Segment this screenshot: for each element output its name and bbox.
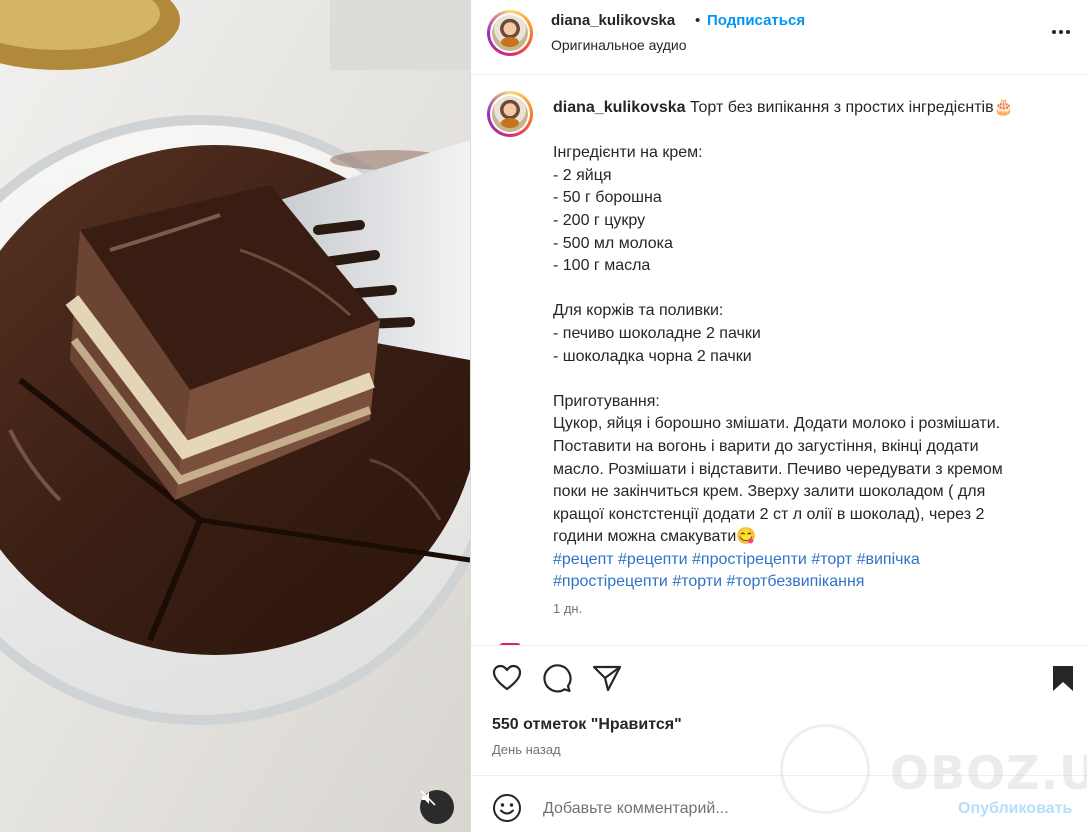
separator-dot: • <box>695 12 701 29</box>
caption-avatar[interactable] <box>487 91 533 137</box>
caption-time[interactable]: 1 дн. <box>553 601 582 616</box>
mute-button[interactable] <box>420 790 454 824</box>
post-panel: diana_kulikovska • Подписаться Оригиналь… <box>470 0 1087 832</box>
cream-item: - 500 мл молока <box>553 234 673 252</box>
hashtag-link[interactable]: #торт <box>811 551 852 568</box>
base-heading: Для коржів та поливки: <box>553 302 724 320</box>
cream-item: - 200 г цукру <box>553 211 646 229</box>
cake-photo <box>0 0 470 832</box>
comment-bar: Опубликовать <box>471 775 1087 832</box>
paper-plane-icon <box>592 665 622 692</box>
caption-title: Торт без випікання з простих інгредієнті… <box>689 99 1014 116</box>
share-button[interactable] <box>591 662 623 694</box>
method-heading: Приготування: <box>553 392 660 410</box>
emoji-button[interactable] <box>492 793 522 823</box>
hashtag-link[interactable]: #простірецепти <box>553 573 668 590</box>
author-avatar[interactable] <box>487 10 533 56</box>
hashtags-row: #простірецепти #торти #тортбезвипікання <box>553 571 1063 594</box>
likes-count[interactable]: 550 отметок "Нравится" <box>492 716 682 734</box>
comment-icon <box>543 664 572 693</box>
method-line: масло. Розмішати і відставити. Печиво че… <box>553 460 1003 478</box>
author-username[interactable]: diana_kulikovska <box>551 12 675 29</box>
hashtag-link[interactable]: #тортбезвипікання <box>727 573 865 590</box>
caption-username[interactable]: diana_kulikovska <box>553 99 686 116</box>
bookmark-icon <box>1053 666 1073 691</box>
caption-area: diana_kulikovska Торт без випікання з пр… <box>471 75 1087 645</box>
method-line: поки не закінчиться крем. Зверху залити … <box>553 483 986 501</box>
post-media[interactable] <box>0 0 470 832</box>
cream-item: - 50 г борошна <box>553 189 662 207</box>
method-line: Поставити на вогонь і варити до загустін… <box>553 437 979 455</box>
muted-speaker-icon <box>420 790 436 806</box>
cream-item: - 2 яйця <box>553 166 612 184</box>
like-button[interactable] <box>491 662 523 694</box>
save-button[interactable] <box>1047 662 1079 694</box>
more-dots-icon <box>1052 30 1070 34</box>
cream-item: - 100 г масла <box>553 257 651 275</box>
method-line: години можна смакувати😋 <box>553 528 757 546</box>
hashtags-row: #рецепт #рецепти #простірецепти #торт #в… <box>553 549 1063 572</box>
audio-label[interactable]: Оригинальное аудио <box>551 37 687 53</box>
hashtag-link[interactable]: #торти <box>672 573 722 590</box>
hashtag-link[interactable]: #рецепт <box>553 551 614 568</box>
method-line: Цукор, яйця і борошно змішати. Додати мо… <box>553 415 1001 433</box>
post-date[interactable]: День назад <box>492 742 561 757</box>
heart-icon <box>492 664 522 691</box>
cream-heading: Інгредієнти на крем: <box>553 144 703 162</box>
hashtag-link[interactable]: #рецепти <box>618 551 688 568</box>
hashtag-link[interactable]: #випічка <box>857 551 920 568</box>
comment-input[interactable] <box>541 794 925 824</box>
publish-button[interactable]: Опубликовать <box>958 800 1072 818</box>
post-header: diana_kulikovska • Подписаться Оригиналь… <box>471 0 1087 75</box>
base-item: - печиво шоколадне 2 пачки <box>553 324 761 342</box>
follow-button[interactable]: Подписаться <box>707 12 805 29</box>
method-line: кращої констстенції додати 2 ст л олії в… <box>553 505 985 523</box>
more-options-button[interactable] <box>1049 20 1073 44</box>
comment-button[interactable] <box>541 662 573 694</box>
post-caption: diana_kulikovska Торт без випікання з пр… <box>553 97 1063 594</box>
base-item: - шоколадка чорна 2 пачки <box>553 347 752 365</box>
hashtag-link[interactable]: #простірецепти <box>692 551 807 568</box>
smiley-icon <box>493 794 521 822</box>
post-actions: 550 отметок "Нравится" День назад <box>471 645 1087 775</box>
